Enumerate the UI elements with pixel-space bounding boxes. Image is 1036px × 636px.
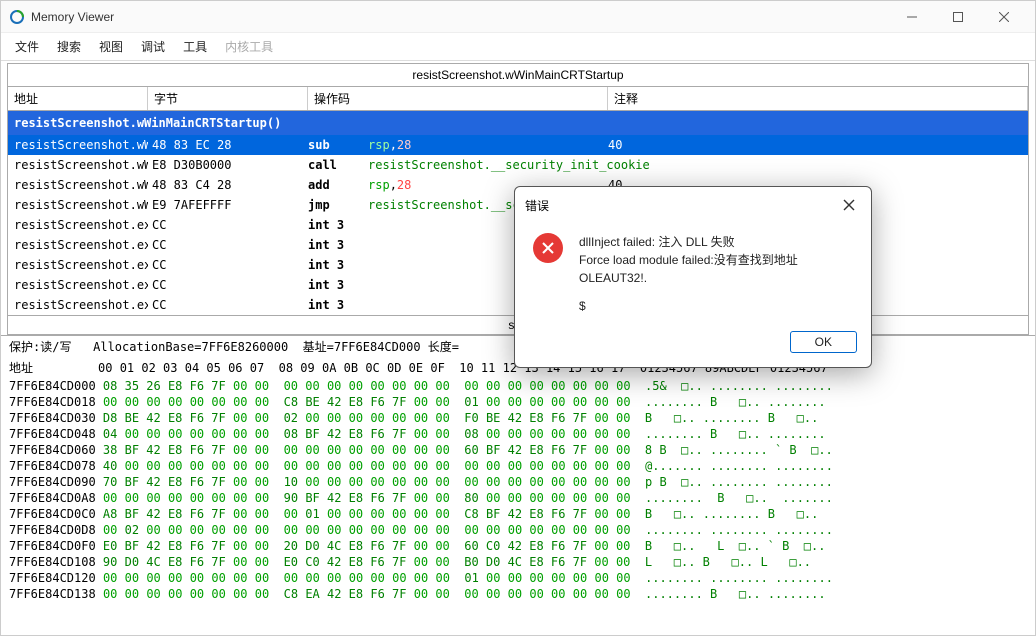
menu-view[interactable]: 视图 [91, 35, 131, 58]
menu-kernel[interactable]: 内核工具 [217, 35, 281, 58]
disasm-row[interactable]: resistScreenshot.wWirE8 D30B0000callresi… [8, 155, 1028, 175]
app-icon [9, 9, 25, 25]
disasm-op: sub [308, 137, 368, 153]
disasm-addr: resistScreenshot.wWir [8, 137, 148, 153]
menubar: 文件 搜索 视图 调试 工具 内核工具 [1, 33, 1035, 61]
menu-debug[interactable]: 调试 [133, 35, 173, 58]
dialog-message: dllInject failed: 注入 DLL 失败 Force load m… [579, 233, 853, 315]
disasm-op: int 3 [308, 237, 368, 253]
hex-row[interactable]: 7FF6E84CD0F0 E0 BF 42 E8 F6 7F 00 00 20 … [9, 538, 1027, 554]
disasm-addr: resistScreenshot.exe+ [8, 237, 148, 253]
disasm-op: int 3 [308, 277, 368, 293]
col-comment[interactable]: 注释 [608, 87, 1028, 110]
minimize-button[interactable] [889, 2, 935, 32]
hex-row[interactable]: 7FF6E84CD060 38 BF 42 E8 F6 7F 00 00 00 … [9, 442, 1027, 458]
disasm-args: resistScreenshot.__security_init_cookie [368, 157, 608, 173]
window-controls [889, 2, 1027, 32]
function-header[interactable]: resistScreenshot.wWinMainCRTStartup() [8, 111, 1028, 135]
disasm-op: int 3 [308, 217, 368, 233]
disasm-comment: 40 [608, 137, 1028, 153]
ok-button[interactable]: OK [790, 331, 857, 353]
disasm-op: add [308, 177, 368, 193]
hex-row[interactable]: 7FF6E84CD018 00 00 00 00 00 00 00 00 C8 … [9, 394, 1027, 410]
dialog-titlebar: 错误 [515, 187, 871, 223]
disasm-op: call [308, 157, 368, 173]
window-title: Memory Viewer [31, 10, 889, 24]
hex-row[interactable]: 7FF6E84CD138 00 00 00 00 00 00 00 00 C8 … [9, 586, 1027, 602]
disasm-addr: resistScreenshot.exe+ [8, 277, 148, 293]
disasm-comment [608, 157, 1028, 173]
close-button[interactable] [981, 2, 1027, 32]
menu-file[interactable]: 文件 [7, 35, 47, 58]
error-dialog: 错误 dllInject failed: 注入 DLL 失败 Force loa… [514, 186, 872, 368]
disasm-columns: 地址 字节 操作码 注释 [7, 87, 1029, 111]
dialog-title: 错误 [525, 197, 837, 214]
hex-view[interactable]: 7FF6E84CD000 08 35 26 E8 F6 7F 00 00 00 … [1, 378, 1035, 606]
hex-row[interactable]: 7FF6E84CD000 08 35 26 E8 F6 7F 00 00 00 … [9, 378, 1027, 394]
disasm-bytes: CC [148, 257, 308, 273]
menu-search[interactable]: 搜索 [49, 35, 89, 58]
hex-row[interactable]: 7FF6E84CD108 90 D0 4C E8 F6 7F 00 00 E0 … [9, 554, 1027, 570]
error-icon [533, 233, 563, 263]
dialog-line3: $ [579, 297, 853, 315]
maximize-button[interactable] [935, 2, 981, 32]
disasm-row[interactable]: resistScreenshot.wWir48 83 EC 28subrsp,2… [8, 135, 1028, 155]
hex-row[interactable]: 7FF6E84CD0C0 A8 BF 42 E8 F6 7F 00 00 00 … [9, 506, 1027, 522]
dialog-close-button[interactable] [837, 193, 861, 217]
disasm-op: int 3 [308, 297, 368, 313]
titlebar: Memory Viewer [1, 1, 1035, 33]
hex-row[interactable]: 7FF6E84CD078 40 00 00 00 00 00 00 00 00 … [9, 458, 1027, 474]
disasm-op: int 3 [308, 257, 368, 273]
hex-row[interactable]: 7FF6E84CD030 D8 BE 42 E8 F6 7F 00 00 02 … [9, 410, 1027, 426]
hex-row[interactable]: 7FF6E84CD0D8 00 02 00 00 00 00 00 00 00 … [9, 522, 1027, 538]
disasm-addr: resistScreenshot.exe+ [8, 297, 148, 313]
hex-row[interactable]: 7FF6E84CD090 70 BF 42 E8 F6 7F 00 00 10 … [9, 474, 1027, 490]
hex-row[interactable]: 7FF6E84CD048 04 00 00 00 00 00 00 00 08 … [9, 426, 1027, 442]
dialog-body: dllInject failed: 注入 DLL 失败 Force load m… [515, 223, 871, 321]
dialog-footer: OK [515, 321, 871, 367]
disasm-addr: resistScreenshot.wWir [8, 157, 148, 173]
disasm-bytes: E9 7AFEFFFF [148, 197, 308, 213]
dialog-line1: dllInject failed: 注入 DLL 失败 [579, 233, 853, 251]
disasm-bytes: 48 83 C4 28 [148, 177, 308, 193]
dialog-line2: Force load module failed:没有查找到地址OLEAUT32… [579, 251, 853, 287]
hex-row[interactable]: 7FF6E84CD120 00 00 00 00 00 00 00 00 00 … [9, 570, 1027, 586]
disasm-bytes: CC [148, 297, 308, 313]
disasm-addr: resistScreenshot.wWir [8, 197, 148, 213]
disasm-bytes: CC [148, 237, 308, 253]
disasm-args: rsp,28 [368, 137, 608, 153]
disasm-section-title: resistScreenshot.wWinMainCRTStartup [7, 63, 1029, 87]
col-addr[interactable]: 地址 [8, 87, 148, 110]
hex-row[interactable]: 7FF6E84CD0A8 00 00 00 00 00 00 00 00 90 … [9, 490, 1027, 506]
col-bytes[interactable]: 字节 [148, 87, 308, 110]
disasm-op: jmp [308, 197, 368, 213]
col-opcode[interactable]: 操作码 [308, 87, 608, 110]
disasm-bytes: 48 83 EC 28 [148, 137, 308, 153]
disasm-bytes: CC [148, 217, 308, 233]
disasm-bytes: CC [148, 277, 308, 293]
disasm-addr: resistScreenshot.wWir [8, 177, 148, 193]
disasm-addr: resistScreenshot.exe+ [8, 217, 148, 233]
menu-tools[interactable]: 工具 [175, 35, 215, 58]
disasm-bytes: E8 D30B0000 [148, 157, 308, 173]
disasm-addr: resistScreenshot.exe+ [8, 257, 148, 273]
